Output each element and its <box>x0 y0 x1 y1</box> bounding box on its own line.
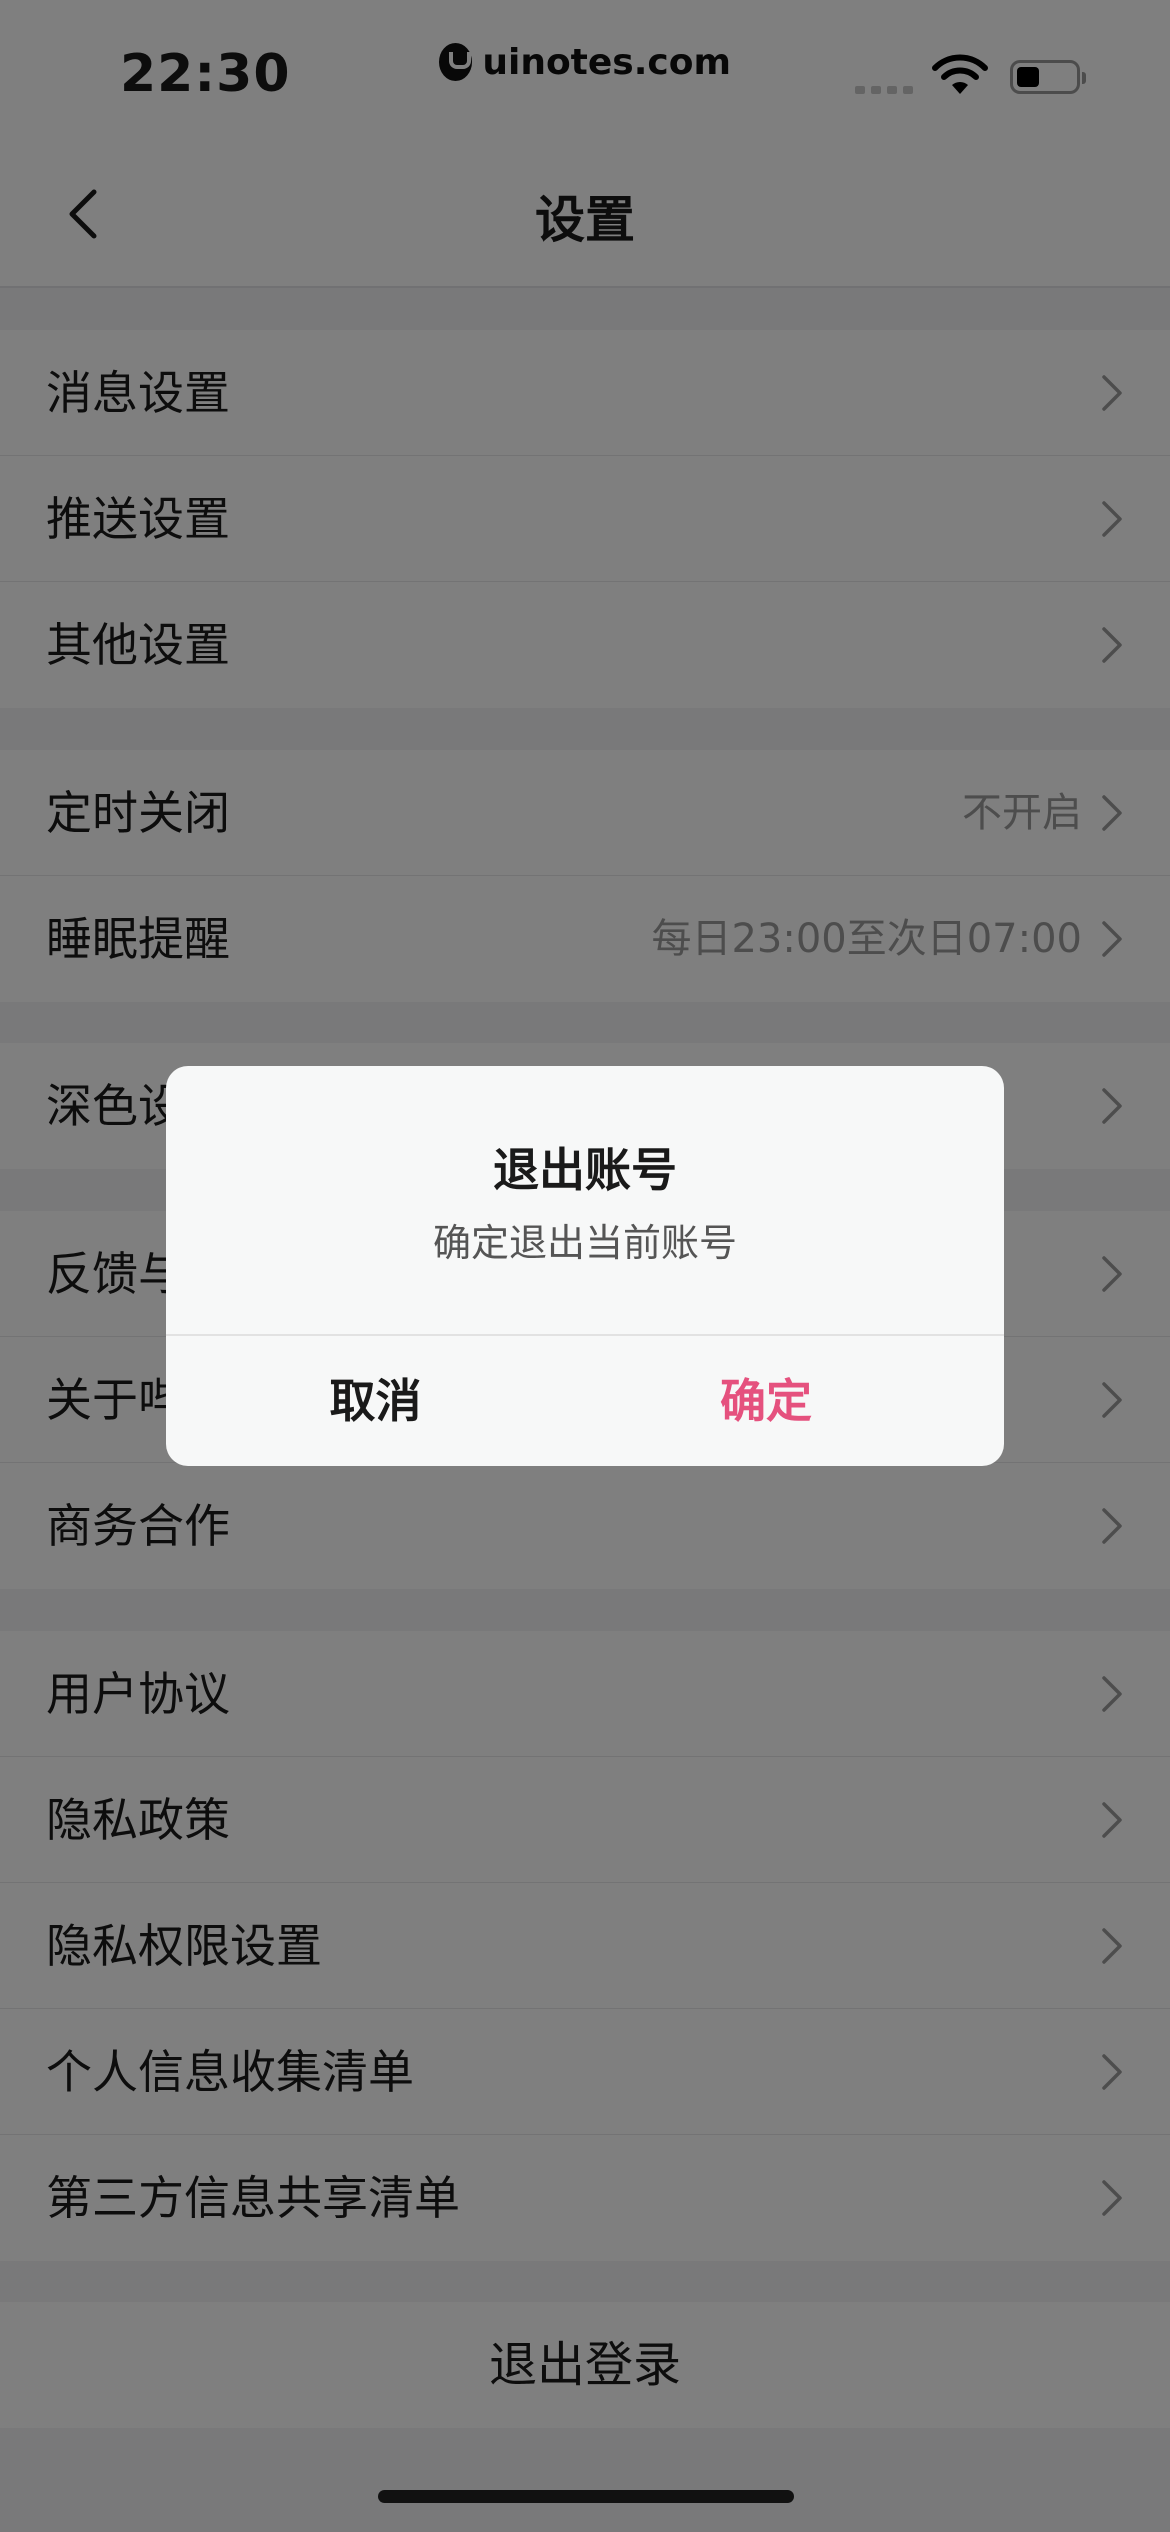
dialog-title: 退出账号 <box>493 1143 677 1197</box>
dialog-message: 确定退出当前账号 <box>432 1221 737 1265</box>
cancel-button[interactable]: 取消 <box>166 1336 585 1466</box>
confirm-button[interactable]: 确定 <box>528 1336 1004 1466</box>
logout-confirm-dialog: 退出账号 确定退出当前账号 取消 确定 <box>166 1066 1004 1466</box>
home-indicator[interactable] <box>378 2490 794 2503</box>
